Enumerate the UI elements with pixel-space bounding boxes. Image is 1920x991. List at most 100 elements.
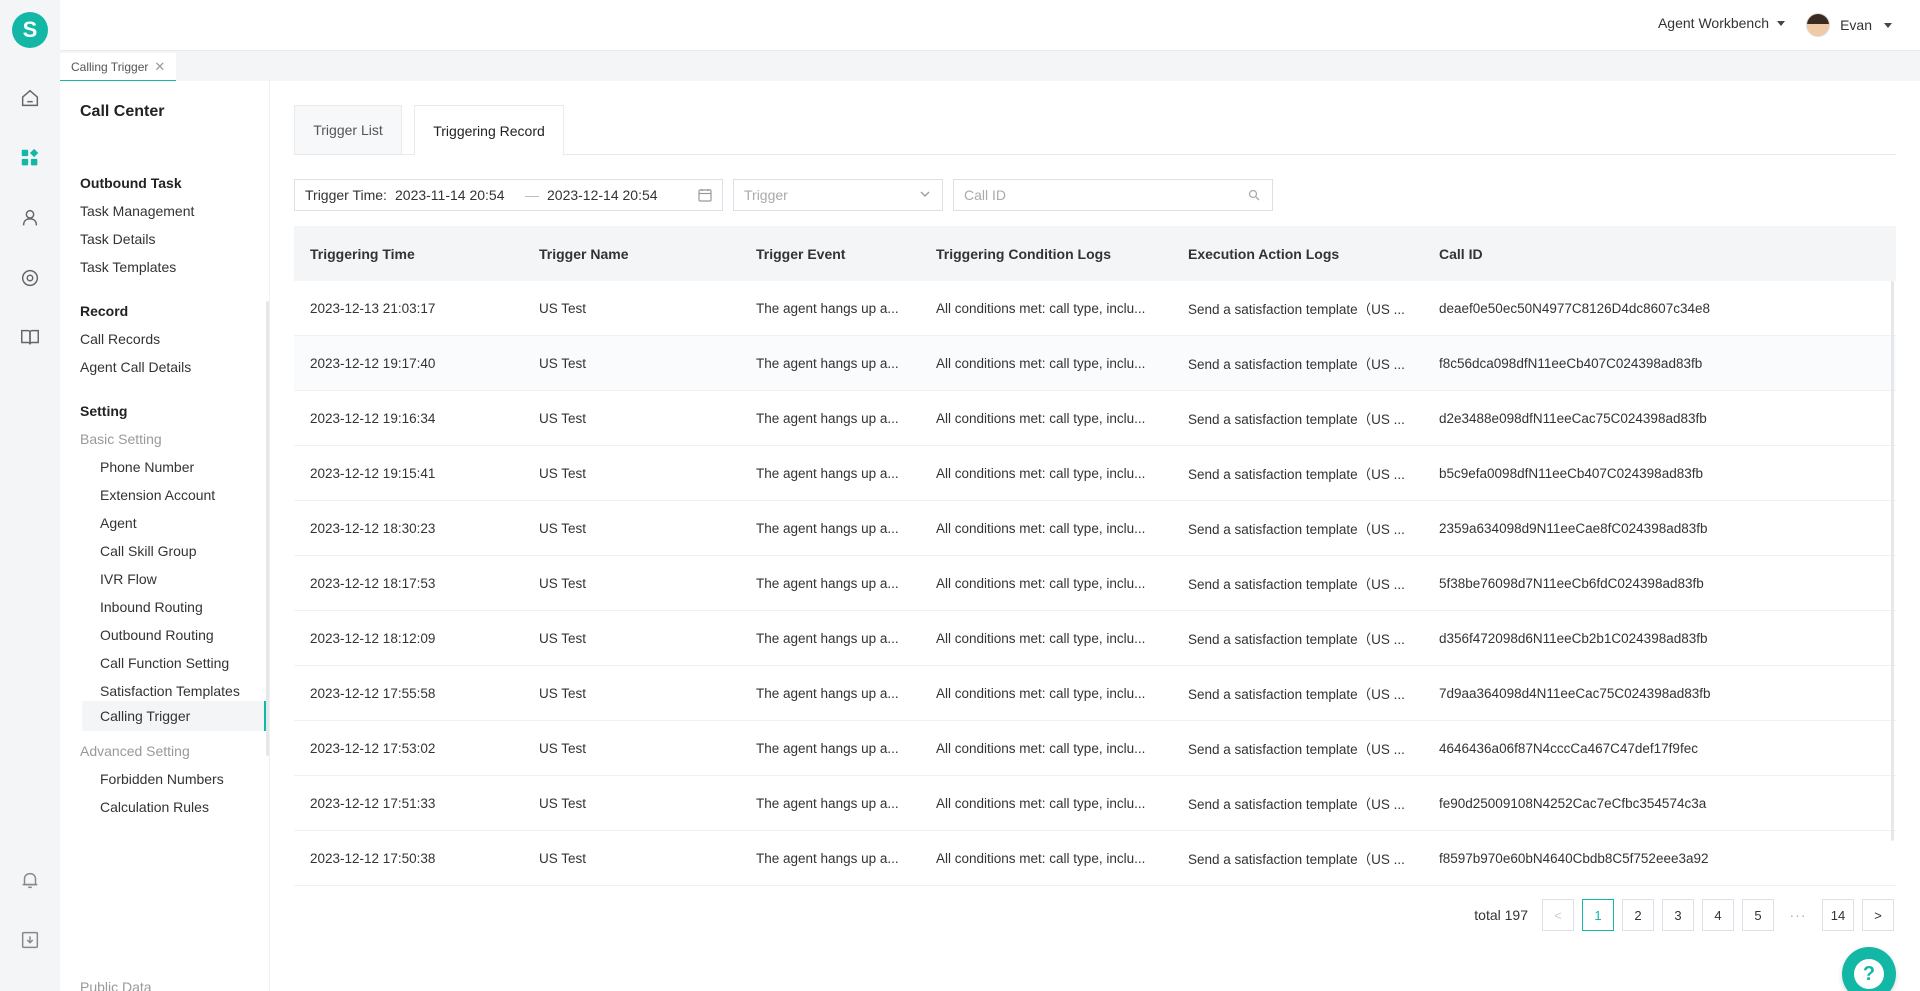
search-icon[interactable] xyxy=(1248,189,1260,201)
sidebar-item-agent[interactable]: Agent xyxy=(100,515,137,531)
table-cell: All conditions met: call type, inclu... xyxy=(936,795,1146,811)
prev-page-button[interactable]: < xyxy=(1542,899,1574,931)
table-row[interactable]: 2023-12-12 17:51:33 US Test The agent hang… xyxy=(294,776,1896,831)
app-logo[interactable]: S xyxy=(12,12,48,48)
table-cell: 2023-12-12 17:51:33 xyxy=(310,795,436,811)
sidebar-item-task-templates[interactable]: Task Templates xyxy=(80,259,176,275)
trigger-time-range[interactable]: Trigger Time: 2023-11-14 20:54 — 2023-12… xyxy=(294,179,723,211)
table-cell: The agent hangs up a... xyxy=(756,630,899,646)
sidebar-item-calculation-rules[interactable]: Calculation Rules xyxy=(100,799,209,815)
table-cell: All conditions met: call type, inclu... xyxy=(936,575,1146,591)
help-icon: ? xyxy=(1854,959,1884,989)
table-row[interactable]: 2023-12-12 18:12:09 US Test The agent hang… xyxy=(294,611,1896,666)
start-date-input[interactable]: 2023-11-14 20:54 xyxy=(395,187,525,203)
close-icon[interactable]: ✕ xyxy=(154,59,165,75)
top-bar: Agent Workbench Evan xyxy=(60,0,1920,50)
bell-icon[interactable] xyxy=(18,868,42,892)
sidebar-group-outbound-task[interactable]: Outbound Task xyxy=(80,175,182,191)
contacts-icon[interactable] xyxy=(18,206,42,230)
settings-icon[interactable] xyxy=(18,266,42,290)
sidebar-item-task-details[interactable]: Task Details xyxy=(80,231,155,247)
calendar-icon[interactable] xyxy=(698,188,712,202)
table-cell: US Test xyxy=(539,795,587,811)
sidebar-item-call-function-setting[interactable]: Call Function Setting xyxy=(100,655,229,671)
table-row[interactable]: 2023-12-12 18:17:53 US Test The agent hang… xyxy=(294,556,1896,611)
triggering-record-table: Triggering Time Trigger Name Trigger Eve… xyxy=(294,226,1896,886)
page-button[interactable]: 3 xyxy=(1662,899,1694,931)
sidebar-item-task-management[interactable]: Task Management xyxy=(80,203,194,219)
help-button[interactable]: ? xyxy=(1842,947,1896,991)
table-row[interactable]: 2023-12-12 19:17:40 US Test The agent hang… xyxy=(294,336,1896,391)
sidebar-item-outbound-routing[interactable]: Outbound Routing xyxy=(100,627,214,643)
apps-icon[interactable] xyxy=(18,146,42,170)
sidebar-item-ivr-flow[interactable]: IVR Flow xyxy=(100,571,157,587)
page-button[interactable]: 5 xyxy=(1742,899,1774,931)
user-menu[interactable]: Evan xyxy=(1806,13,1892,37)
download-icon[interactable] xyxy=(18,928,42,952)
call-id-search-input[interactable]: Call ID xyxy=(953,179,1273,211)
page-button[interactable]: 1 xyxy=(1582,899,1614,931)
content-panel: Trigger List Triggering Record Trigger T… xyxy=(270,81,1920,991)
sidebar-item-call-skill-group[interactable]: Call Skill Group xyxy=(100,543,196,559)
sidebar-scrollbar[interactable] xyxy=(266,301,269,756)
table-cell: US Test xyxy=(539,850,587,866)
table-cell: The agent hangs up a... xyxy=(756,300,899,316)
sidebar-group-record[interactable]: Record xyxy=(80,303,128,319)
table-row[interactable]: 2023-12-12 17:53:02 US Test The agent hang… xyxy=(294,721,1896,776)
column-header: Triggering Time xyxy=(310,245,415,262)
avatar xyxy=(1806,13,1831,37)
next-page-button[interactable]: > xyxy=(1862,899,1894,931)
table-cell: 4646436a06f87N4cccCa467C47def17f9fec xyxy=(1439,740,1698,756)
sidebar-item-phone-number[interactable]: Phone Number xyxy=(100,459,194,475)
table-cell: 5f38be76098d7N11eeCb6fdC024398ad83fb xyxy=(1439,575,1704,591)
workbench-dropdown[interactable]: Agent Workbench xyxy=(1658,15,1785,31)
table-row[interactable]: 2023-12-12 18:30:23 US Test The agent hang… xyxy=(294,501,1896,556)
table-row[interactable]: 2023-12-13 21:03:17 US Test The agent hang… xyxy=(294,281,1896,336)
table-cell: The agent hangs up a... xyxy=(756,465,899,481)
page-button[interactable]: 4 xyxy=(1702,899,1734,931)
sidebar-group-setting[interactable]: Setting xyxy=(80,403,127,419)
tab-trigger-list[interactable]: Trigger List xyxy=(294,105,402,155)
sidebar-subgroup-public-data[interactable]: Public Data xyxy=(80,979,152,991)
table-cell: b5c9efa0098dfN11eeCb407C024398ad83fb xyxy=(1439,465,1703,481)
page-button[interactable]: 14 xyxy=(1822,899,1854,931)
end-date-input[interactable]: 2023-12-14 20:54 xyxy=(547,187,687,203)
table-row[interactable]: 2023-12-12 17:50:38 US Test The agent hang… xyxy=(294,831,1896,886)
sidebar-subgroup-advanced-setting[interactable]: Advanced Setting xyxy=(80,743,190,759)
home-icon[interactable] xyxy=(18,86,42,110)
table-cell: Send a satisfaction template（US ... xyxy=(1188,467,1405,482)
sidebar-item-agent-call-details[interactable]: Agent Call Details xyxy=(80,359,191,375)
table-cell: The agent hangs up a... xyxy=(756,410,899,426)
table-cell: Send a satisfaction template（US ... xyxy=(1188,577,1405,592)
table-row[interactable]: 2023-12-12 19:15:41 US Test The agent hang… xyxy=(294,446,1896,501)
sidebar-item-extension-account[interactable]: Extension Account xyxy=(100,487,215,503)
table-cell: 2023-12-13 21:03:17 xyxy=(310,300,436,316)
table-cell: The agent hangs up a... xyxy=(756,575,899,591)
page-button[interactable]: 2 xyxy=(1622,899,1654,931)
book-icon[interactable] xyxy=(18,325,42,349)
table-cell: Send a satisfaction template（US ... xyxy=(1188,687,1405,702)
table-row[interactable]: 2023-12-12 19:16:34 US Test The agent hang… xyxy=(294,391,1896,446)
table-cell: The agent hangs up a... xyxy=(756,685,899,701)
pagination-ellipsis[interactable]: ··· xyxy=(1782,907,1814,923)
table-cell: 2023-12-12 19:17:40 xyxy=(310,355,436,371)
sidebar-item-label: Calling Trigger xyxy=(100,708,191,724)
sidebar-item-inbound-routing[interactable]: Inbound Routing xyxy=(100,599,203,615)
user-name: Evan xyxy=(1840,17,1872,33)
table-row[interactable]: 2023-12-12 17:55:58 US Test The agent hang… xyxy=(294,666,1896,721)
table-scrollbar[interactable] xyxy=(1891,281,1894,841)
page-tab-calling-trigger[interactable]: Calling Trigger ✕ xyxy=(60,53,176,82)
table-cell: US Test xyxy=(539,740,587,756)
table-cell: fe90d25009108N4252Cac7eCfbc354574c3a xyxy=(1439,795,1707,811)
table-cell: All conditions met: call type, inclu... xyxy=(936,465,1146,481)
tab-triggering-record[interactable]: Triggering Record xyxy=(414,105,564,156)
sidebar-item-call-records[interactable]: Call Records xyxy=(80,331,160,347)
table-cell: US Test xyxy=(539,520,587,536)
sidebar-item-calling-trigger[interactable]: Calling Trigger xyxy=(82,701,266,731)
table-cell: 2023-12-12 18:30:23 xyxy=(310,520,436,536)
sidebar-subgroup-basic-setting[interactable]: Basic Setting xyxy=(80,431,162,447)
sidebar-item-satisfaction-templates[interactable]: Satisfaction Templates xyxy=(100,683,240,699)
sidebar-item-forbidden-numbers[interactable]: Forbidden Numbers xyxy=(100,771,224,787)
trigger-select[interactable]: Trigger xyxy=(733,179,943,211)
table-cell: 2023-12-12 19:16:34 xyxy=(310,410,436,426)
